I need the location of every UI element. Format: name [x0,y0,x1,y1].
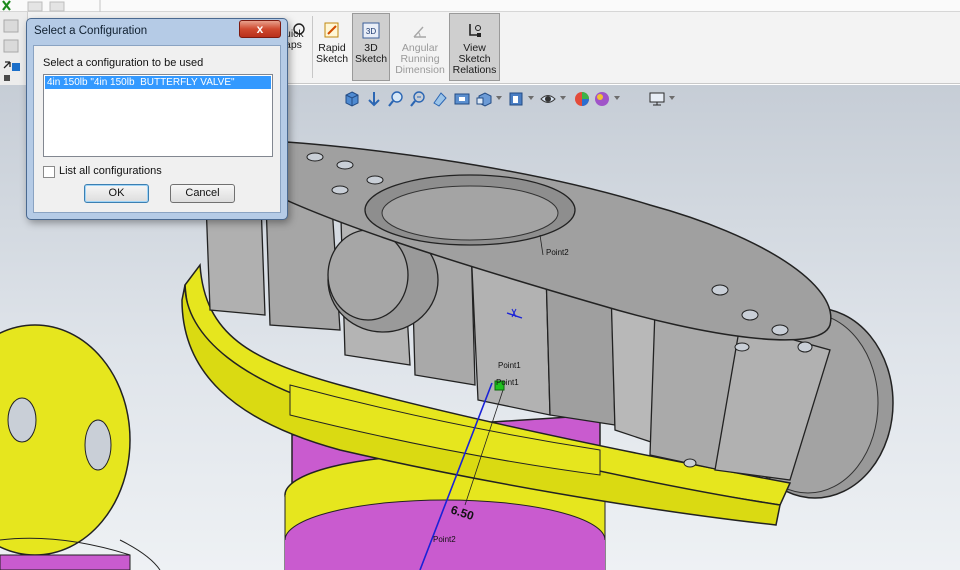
title-bar [0,0,960,12]
rapid-sketch-label: Rapid Sketch [315,42,349,65]
configuration-list[interactable]: 4in 150lb "4in 150lb BUTTERFLY VALVE" [43,74,273,157]
apply-scene-icon[interactable] [593,90,611,108]
3d-sketch-button[interactable]: 3D 3D Sketch [352,13,390,81]
quick-snaps-label: uick aps [285,28,304,51]
view-relations-icon [468,24,481,37]
point-label-bottom: Point2 [433,535,456,544]
angular-running-dimension-button[interactable]: Angular Running Dimension [394,13,446,81]
left-toolbar-strip [0,12,28,87]
view-relations-label: View Sketch Relations [452,42,497,76]
angular-dimension-label: Angular Running Dimension [395,42,445,76]
zoom-to-fit-icon[interactable] [343,90,361,108]
dialog-prompt: Select a configuration to be used [43,57,204,69]
display-style-icon[interactable] [507,90,525,108]
select-configuration-dialog: Select a Configuration x Select a config… [26,18,288,220]
hide-show-caret-icon[interactable] [560,96,566,100]
view-orientation-icon[interactable] [475,90,493,108]
angular-dimension-icon [413,26,426,38]
configuration-list-item[interactable]: 4in 150lb "4in 150lb BUTTERFLY VALVE" [45,76,271,89]
cancel-button[interactable]: Cancel [170,184,235,203]
rapid-sketch-button[interactable]: Rapid Sketch [314,13,350,81]
view-settings-icon[interactable] [648,90,666,108]
left-yellow-flange [0,324,161,570]
3d-sketch-icon-text: 3D [366,27,376,36]
edit-appearance-icon[interactable] [573,90,591,108]
rapid-sketch-icon [324,22,339,38]
zoom-in-out-icon[interactable] [409,90,427,108]
3d-sketch-icon: 3D [362,22,380,39]
checkbox-box[interactable] [43,166,55,178]
dialog-body: Select a configuration to be used 4in 15… [33,45,281,213]
3d-sketch-label: 3D Sketch [354,42,388,65]
ok-button[interactable]: OK [84,184,149,203]
list-all-configurations-label: List all configurations [59,165,162,177]
view-sketch-relations-button[interactable]: View Sketch Relations [449,13,500,81]
section-view-icon[interactable] [431,90,449,108]
view-settings-caret-icon[interactable] [669,96,675,100]
point-label-top: Point2 [546,248,569,257]
previous-view-icon[interactable] [365,90,383,108]
hide-show-items-icon[interactable] [539,90,557,108]
sketch-tools-icons[interactable] [0,12,28,87]
point-label-middle-a: Point1 [498,361,521,370]
dialog-title: Select a Configuration [34,25,148,37]
zoom-area-icon[interactable] [387,90,405,108]
quick-access-icons[interactable] [0,0,120,12]
display-style-caret-icon[interactable] [528,96,534,100]
dynamic-annotation-icon[interactable] [453,90,471,108]
dialog-close-button[interactable]: x [239,20,281,38]
view-orientation-caret-icon[interactable] [496,96,502,100]
apply-scene-caret-icon[interactable] [614,96,620,100]
ribbon-separator [312,16,313,78]
point-label-middle-b: Point1 [496,378,519,387]
